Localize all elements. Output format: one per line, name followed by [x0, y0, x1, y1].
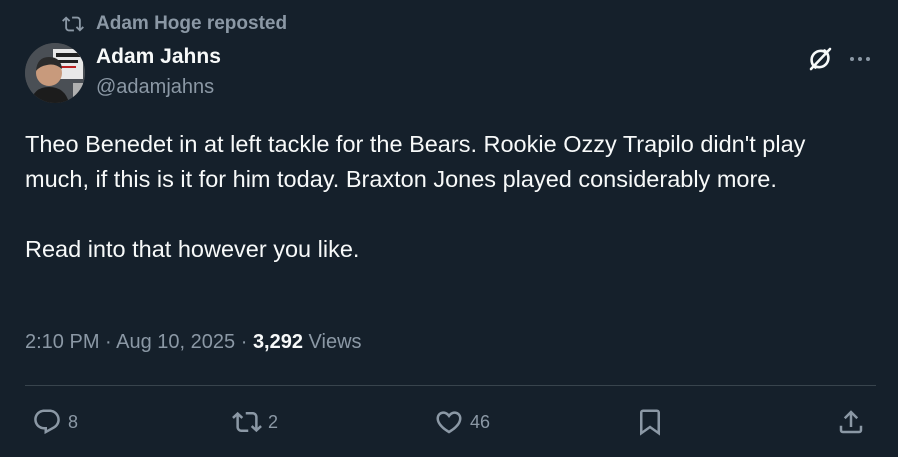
author-handle[interactable]: @adamjahns	[96, 76, 214, 99]
bookmark-button[interactable]	[635, 406, 665, 438]
repost-icon	[232, 407, 262, 437]
separator: ·	[99, 331, 117, 353]
reply-icon	[32, 407, 62, 437]
tweet-paragraph: Theo Benedet in at left tackle for the B…	[25, 131, 806, 192]
views-label: Views	[303, 331, 362, 353]
tweet-time[interactable]: 2:10 PM	[25, 331, 99, 353]
views-count: 3,292	[252, 331, 303, 353]
tweet-paragraph: Read into that however you like.	[25, 236, 360, 262]
share-button[interactable]	[836, 406, 866, 438]
separator: ·	[235, 331, 253, 353]
reply-count: 8	[68, 411, 79, 432]
repost-context-text: Adam Hoge reposted	[96, 13, 288, 34]
tweet-text: Theo Benedet in at left tackle for the B…	[25, 127, 875, 267]
share-icon	[836, 407, 866, 437]
reply-button[interactable]: 8	[32, 406, 78, 438]
divider	[25, 385, 876, 386]
author-name[interactable]: Adam Jahns	[96, 45, 221, 69]
repost-context[interactable]: Adam Hoge reposted	[62, 13, 287, 35]
avatar[interactable]	[25, 43, 85, 103]
repost-count: 2	[268, 411, 279, 432]
more-icon[interactable]	[846, 45, 874, 73]
repost-icon	[62, 13, 84, 35]
like-button[interactable]: 46	[434, 406, 490, 438]
tweet-date[interactable]: Aug 10, 2025	[116, 331, 235, 353]
tweet-metadata: 2:10 PM · Aug 10, 2025 · 3,292 Views	[25, 331, 362, 354]
like-count: 46	[470, 411, 491, 432]
bookmark-icon	[635, 407, 665, 437]
repost-button[interactable]: 2	[232, 406, 278, 438]
like-icon	[434, 407, 464, 437]
grok-icon[interactable]	[806, 45, 834, 73]
